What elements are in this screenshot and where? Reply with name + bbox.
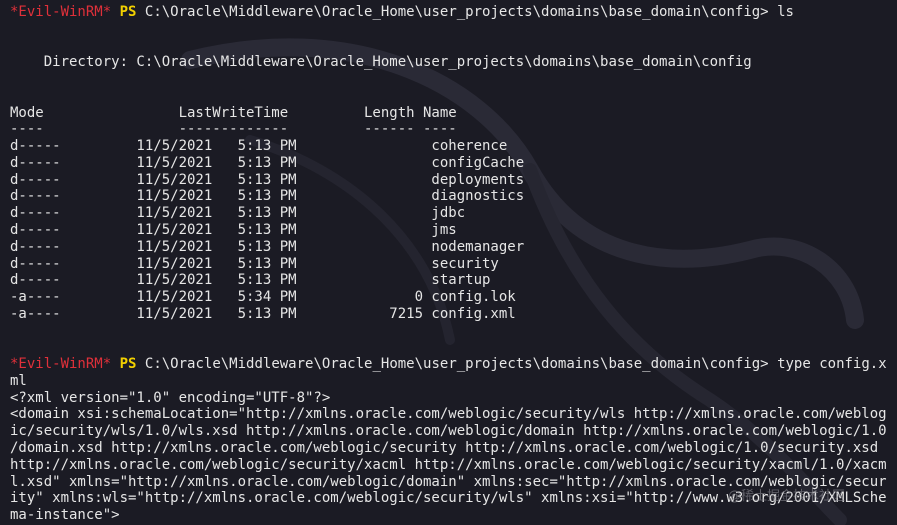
prompt-path: C:\Oracle\Middleware\Oracle_Home\user_pr… — [144, 356, 769, 372]
listing-row: d----- 11/5/2021 5:13 PM configCache — [10, 155, 525, 171]
prompt-path: C:\Oracle\Middleware\Oracle_Home\user_pr… — [144, 4, 769, 20]
listing-row: -a---- 11/5/2021 5:34 PM 0 config.lok — [10, 289, 516, 305]
listing-row: d----- 11/5/2021 5:13 PM coherence — [10, 138, 508, 154]
output-line: ic/security/wls/1.0/wls.xsd http://xmlns… — [10, 423, 887, 439]
prompt-user: *Evil-WinRM* — [10, 4, 112, 20]
listing-row: d----- 11/5/2021 5:13 PM jdbc — [10, 205, 466, 221]
directory-line: Directory: C:\Oracle\Middleware\Oracle_H… — [10, 54, 752, 70]
listing-row: d----- 11/5/2021 5:13 PM jms — [10, 222, 457, 238]
output-line: <domain xsi:schemaLocation="http://xmlns… — [10, 406, 887, 422]
listing-row: d----- 11/5/2021 5:13 PM diagnostics — [10, 188, 525, 204]
listing-row: d----- 11/5/2021 5:13 PM nodemanager — [10, 239, 525, 255]
command-text: type config.x — [777, 356, 887, 372]
output-line: <?xml version="1.0" encoding="UTF-8"?> — [10, 390, 331, 406]
ps-label: PS — [119, 4, 137, 20]
output-line: /domain.xsd http://xmlns.oracle.com/webl… — [10, 440, 879, 456]
listing-separator: ---- ------------- ------ ---- — [10, 121, 457, 137]
command-text: ls — [777, 4, 794, 20]
listing-row: -a---- 11/5/2021 5:13 PM 7215 config.xml — [10, 306, 516, 322]
listing-row: d----- 11/5/2021 5:13 PM startup — [10, 272, 491, 288]
listing-row: d----- 11/5/2021 5:13 PM deployments — [10, 172, 525, 188]
terminal-window[interactable]: *Evil-WinRM* PS C:\Oracle\Middleware\Ora… — [0, 0, 897, 525]
output-line: ma-instance"> — [10, 507, 120, 523]
prompt-line-1: *Evil-WinRM* PS C:\Oracle\Middleware\Ora… — [10, 4, 794, 21]
watermark: @稀土掘金技术社区 — [728, 489, 846, 504]
prompt-line-2: *Evil-WinRM* PS C:\Oracle\Middleware\Ora… — [10, 356, 887, 373]
prompt-user: *Evil-WinRM* — [10, 356, 112, 372]
listing-row: d----- 11/5/2021 5:13 PM security — [10, 256, 499, 272]
output-line: ml — [10, 373, 27, 389]
output-line: http://xmlns.oracle.com/weblogic/securit… — [10, 457, 887, 473]
ps-label: PS — [119, 356, 137, 372]
listing-header: Mode LastWriteTime Length Name — [10, 105, 457, 121]
